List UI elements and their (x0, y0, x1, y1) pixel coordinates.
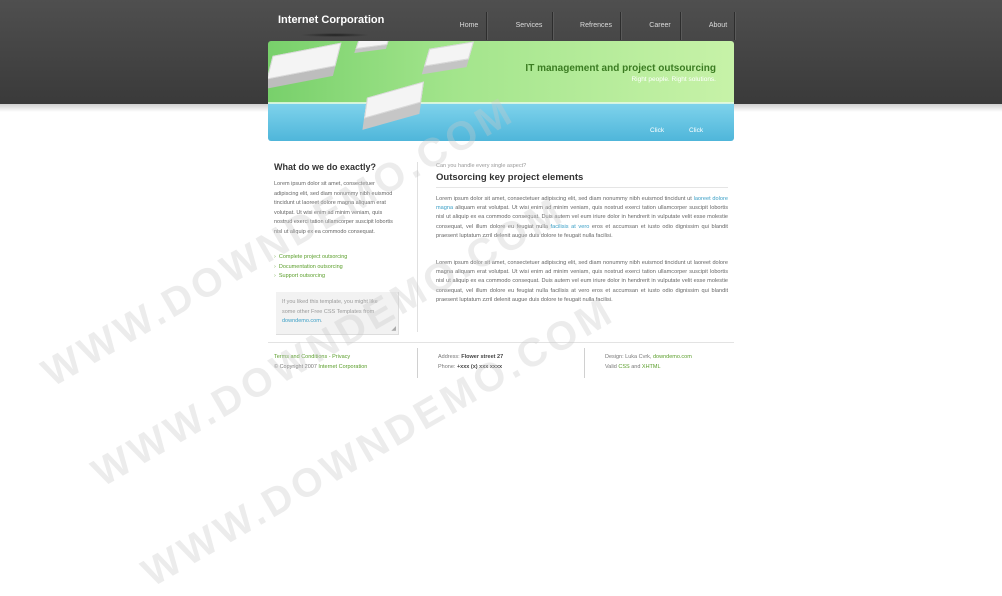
footer-divider (417, 348, 418, 378)
footer-divider (584, 348, 585, 378)
logo-shadow (300, 33, 370, 37)
nav-services[interactable]: Services (508, 12, 550, 42)
banner-subtitle: Right people. Right solutions. (631, 76, 716, 83)
title-rule (436, 187, 728, 188)
xhtml-link[interactable]: XHTML (642, 364, 661, 370)
sidebar-link-label: Documentation outsorcing (278, 263, 343, 270)
sidebar-link-label: Support outsorcing (278, 273, 326, 279)
nav-career[interactable]: Career (642, 12, 678, 42)
valid-text: Valid (605, 364, 617, 370)
banner-title: IT management and project outsourcing (525, 63, 716, 74)
nav-references[interactable]: Refrences (574, 12, 618, 42)
address-label: Address: (438, 354, 460, 360)
footer-credits: Design: Luka Cvrk, downdemo.com Valid CS… (605, 352, 692, 372)
sidebar-link[interactable]: › Support outsorcing (274, 272, 347, 282)
css-link[interactable]: CSS (618, 364, 629, 370)
main-title: Outsorcing key project elements (436, 172, 584, 183)
banner-link-2[interactable]: Click (689, 127, 703, 134)
and-text: and (631, 364, 641, 370)
nav-divider (620, 12, 622, 40)
site-logo[interactable]: Internet Corporation (278, 14, 384, 26)
nav-divider (734, 12, 736, 40)
banner-link-1[interactable]: Click (650, 127, 664, 134)
para-text: Lorem ipsum dolor sit amet, consectetuer… (436, 196, 692, 202)
design-credit: Design: Luka Cvrk, (605, 354, 652, 360)
nav-divider (552, 12, 554, 40)
design-link[interactable]: downdemo.com (653, 354, 692, 360)
nav-divider (680, 12, 682, 40)
nav-about[interactable]: About (702, 12, 734, 42)
arrow-icon: › (274, 273, 276, 279)
nav-home[interactable]: Home (452, 12, 486, 42)
phone-label: Phone: (438, 364, 456, 370)
nav-divider (486, 12, 488, 40)
